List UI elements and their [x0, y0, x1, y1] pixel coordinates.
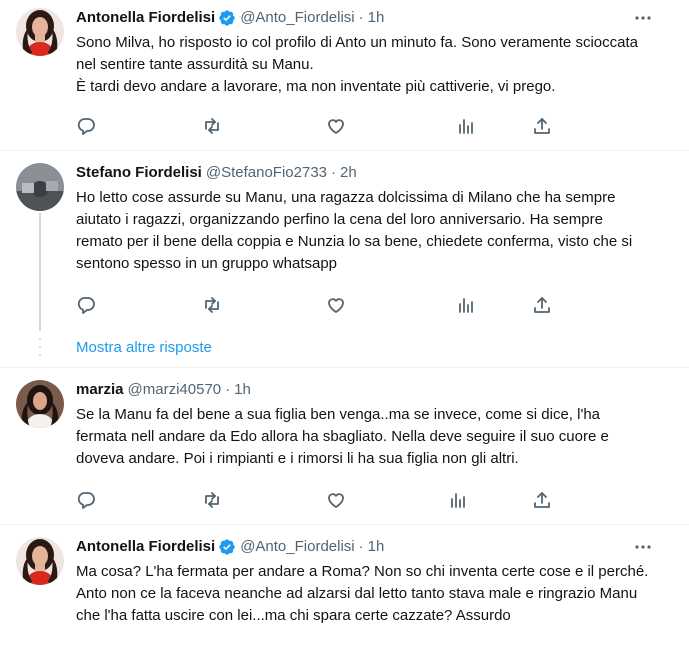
- display-name[interactable]: Antonella Fiordelisi: [76, 537, 215, 557]
- tweet-header: Stefano Fiordelisi @StefanoFio2733 · 2h: [76, 163, 649, 183]
- retweet-icon[interactable]: [202, 295, 222, 315]
- user-handle[interactable]: @marzi40570: [128, 380, 222, 400]
- display-name[interactable]: marzia: [76, 380, 124, 400]
- thread-line: [39, 213, 41, 331]
- tweet-text: Ho letto cose assurde su Manu, una ragaz…: [76, 189, 637, 272]
- verified-badge-icon: [218, 9, 236, 27]
- share-icon[interactable]: [532, 116, 552, 136]
- timestamp[interactable]: 2h: [340, 163, 357, 183]
- retweet-icon[interactable]: [202, 490, 222, 510]
- user-handle[interactable]: @Anto_Fiordelisi: [240, 8, 354, 28]
- avatar-marzia[interactable]: [16, 380, 64, 428]
- reply-icon[interactable]: [76, 116, 96, 136]
- display-name[interactable]: Antonella Fiordelisi: [76, 8, 215, 28]
- reply-icon[interactable]: [76, 490, 96, 510]
- timestamp[interactable]: 1h: [368, 8, 385, 28]
- separator-dot: ·: [358, 538, 364, 555]
- tweet-text: Ma cosa? L'ha fermata per andare a Roma?…: [76, 563, 652, 624]
- avatar-antonella[interactable]: [16, 8, 64, 56]
- tweet-actions: [76, 116, 556, 136]
- tweet-4[interactable]: Antonella Fiordelisi @Anto_Fiordelisi · …: [0, 525, 689, 657]
- timestamp[interactable]: 1h: [234, 380, 251, 400]
- verified-badge-icon: [218, 538, 236, 556]
- views-icon[interactable]: [456, 295, 476, 315]
- tweet-text: Se la Manu fa del bene a sua figlia ben …: [76, 406, 614, 467]
- tweet-3[interactable]: marzia @marzi40570 · 1h Se la Manu fa de…: [0, 368, 689, 524]
- tweet-header: Antonella Fiordelisi @Anto_Fiordelisi · …: [76, 537, 649, 557]
- more-icon[interactable]: [633, 8, 653, 28]
- tweet-header: Antonella Fiordelisi @Anto_Fiordelisi · …: [76, 8, 649, 28]
- tweet-header: marzia @marzi40570 · 1h: [76, 380, 649, 400]
- share-icon[interactable]: [532, 295, 552, 315]
- separator-dot: ·: [358, 9, 364, 26]
- avatar-antonella[interactable]: [16, 537, 64, 585]
- reply-icon[interactable]: [76, 295, 96, 315]
- like-icon[interactable]: [326, 116, 346, 136]
- like-icon[interactable]: [326, 295, 346, 315]
- tweet-text: Sono Milva, ho risposto io col profilo d…: [76, 34, 638, 95]
- tweet-1[interactable]: Antonella Fiordelisi @Anto_Fiordelisi · …: [0, 0, 689, 150]
- views-icon[interactable]: [456, 116, 476, 136]
- retweet-icon[interactable]: [202, 116, 222, 136]
- like-icon[interactable]: [326, 490, 346, 510]
- views-icon[interactable]: [448, 490, 468, 510]
- display-name[interactable]: Stefano Fiordelisi: [76, 163, 202, 183]
- user-handle[interactable]: @Anto_Fiordelisi: [240, 537, 354, 557]
- show-more-replies-link[interactable]: Mostra altre risposte: [76, 338, 212, 358]
- user-handle[interactable]: @StefanoFio2733: [206, 163, 327, 183]
- timestamp[interactable]: 1h: [368, 537, 385, 557]
- share-icon[interactable]: [532, 490, 552, 510]
- tweet-actions: [76, 295, 556, 315]
- avatar-stefano[interactable]: [16, 163, 64, 211]
- separator-dot: ·: [331, 164, 337, 181]
- separator-dot: ·: [225, 381, 231, 398]
- thread-dots: [39, 337, 41, 357]
- more-icon[interactable]: [633, 537, 653, 557]
- tweet-actions: [76, 490, 556, 510]
- tweet-2[interactable]: Stefano Fiordelisi @StefanoFio2733 · 2h …: [0, 151, 689, 367]
